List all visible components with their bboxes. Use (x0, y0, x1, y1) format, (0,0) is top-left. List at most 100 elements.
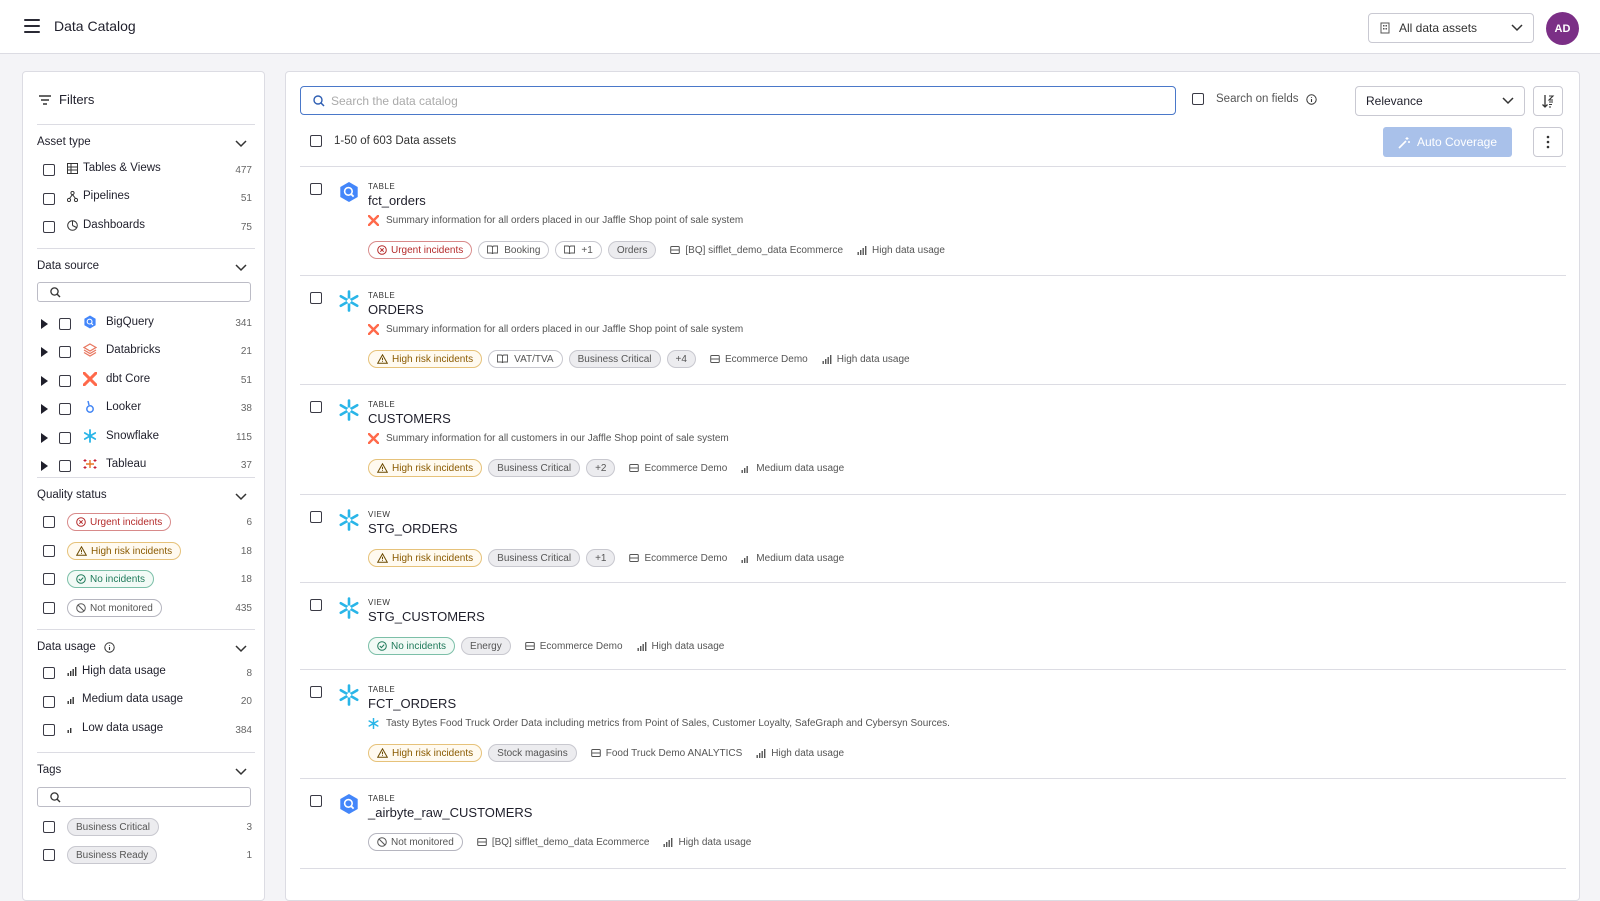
result-row[interactable]: VIEW STG_ORDERS High risk incidents Busines… (300, 495, 1566, 583)
data-usage-section-title[interactable]: Data usage (37, 641, 115, 653)
tag-badge[interactable]: Business Critical (488, 549, 581, 567)
checkbox-tables-views[interactable] (43, 164, 55, 176)
result-row[interactable]: TABLE CUSTOMERS Summary information for al… (300, 385, 1566, 495)
tags-section-title[interactable]: Tags (37, 764, 61, 776)
search-on-fields-toggle[interactable]: Search on fields (1192, 93, 1318, 105)
checkbox-tableau[interactable] (59, 460, 71, 472)
data-source-search-input[interactable] (37, 282, 251, 302)
result-checkbox[interactable] (310, 401, 322, 413)
status-badge[interactable]: High risk incidents (368, 459, 483, 477)
checkbox-dashboards[interactable] (43, 221, 55, 233)
checkbox-low-data-usage[interactable] (43, 724, 55, 736)
expand-databricks-icon[interactable] (41, 347, 48, 357)
asset-name-link[interactable]: STG_CUSTOMERS (368, 609, 485, 624)
tag-badge[interactable]: +1 (586, 549, 616, 567)
result-checkbox[interactable] (310, 183, 322, 195)
quality-status-section-title[interactable]: Quality status (37, 489, 107, 501)
expand-snowflake-icon[interactable] (41, 433, 48, 443)
expand-dbt-icon[interactable] (41, 376, 48, 386)
tag-badge[interactable]: +4 (666, 350, 696, 368)
search-on-fields-checkbox[interactable] (1192, 93, 1204, 105)
menu-icon[interactable] (24, 19, 40, 33)
snowflake-icon (338, 399, 360, 421)
expand-looker-icon[interactable] (41, 404, 48, 414)
result-row[interactable]: TABLE fct_orders Summary information for a… (300, 167, 1566, 276)
asset-name-link[interactable]: fct_orders (368, 193, 426, 208)
asset-type-section-title[interactable]: Asset type (37, 136, 91, 148)
result-checkbox[interactable] (310, 292, 322, 304)
checkbox-no-incidents[interactable] (43, 573, 55, 585)
asset-meta: No incidents Energy Ecommerce Demo High dat… (368, 637, 724, 655)
more-options-button[interactable] (1533, 127, 1563, 157)
checkbox-pipelines[interactable] (43, 193, 55, 205)
info-icon[interactable] (1306, 93, 1318, 105)
checkbox-medium-data-usage[interactable] (43, 696, 55, 708)
avatar[interactable]: AD (1546, 12, 1579, 45)
chevron-down-icon[interactable] (235, 264, 247, 272)
status-badge[interactable]: Not monitored (368, 833, 463, 851)
asset-name-link[interactable]: ORDERS (368, 302, 424, 317)
status-badge[interactable]: Urgent incidents (368, 241, 473, 259)
result-row[interactable]: TABLE FCT_ORDERS Tasty Bytes Food Truck Or… (300, 670, 1566, 779)
result-checkbox[interactable] (310, 795, 322, 807)
checkbox-databricks[interactable] (59, 346, 71, 358)
search-input[interactable] (331, 93, 1151, 108)
tag-badge[interactable]: Stock magasins (488, 744, 577, 762)
result-checkbox[interactable] (310, 511, 322, 523)
asset-name-link[interactable]: STG_ORDERS (368, 521, 458, 536)
checkbox-dbt-core[interactable] (59, 375, 71, 387)
glossary-term-badge[interactable]: +1 (555, 241, 602, 259)
checkbox-high-risk-incidents[interactable] (43, 545, 55, 557)
tag-badge[interactable]: Business Critical (488, 459, 581, 477)
auto-coverage-button[interactable]: Auto Coverage (1383, 127, 1512, 157)
sort-select[interactable]: Relevance (1355, 86, 1525, 116)
glossary-term-badge[interactable]: VAT/TVA (488, 350, 563, 368)
tag-badge[interactable]: Business Critical (568, 350, 661, 368)
tag-badge[interactable]: +2 (586, 459, 616, 477)
result-row[interactable]: TABLE ORDERS Summary information for all o… (300, 276, 1566, 385)
checkbox-bigquery[interactable] (59, 318, 71, 330)
status-badge[interactable]: High risk incidents (368, 549, 483, 567)
asset-type-select[interactable]: All data assets (1368, 13, 1534, 43)
expand-tableau-icon[interactable] (41, 461, 48, 471)
asset-name-link[interactable]: CUSTOMERS (368, 411, 451, 426)
expand-bigquery-icon[interactable] (41, 319, 48, 329)
checkbox-urgent-incidents[interactable] (43, 516, 55, 528)
result-row[interactable]: TABLE _airbyte_raw_CUSTOMERS Not monitored… (300, 779, 1566, 869)
tag-badge[interactable]: Orders (607, 241, 657, 259)
status-badge[interactable]: No incidents (368, 637, 456, 655)
tag-badge[interactable]: Energy (461, 637, 511, 655)
checkbox-looker[interactable] (59, 403, 71, 415)
checkbox-high-data-usage[interactable] (43, 667, 55, 679)
asset-name-link[interactable]: FCT_ORDERS (368, 696, 456, 711)
status-badge[interactable]: High risk incidents (368, 350, 483, 368)
chevron-down-icon[interactable] (235, 140, 247, 148)
chevron-down-icon[interactable] (235, 645, 247, 653)
checkbox-business-ready[interactable] (43, 849, 55, 861)
tags-search-input[interactable] (37, 787, 251, 807)
filter-no-incidents: No incidents (67, 570, 155, 588)
building-icon (1380, 22, 1390, 34)
result-row[interactable]: VIEW STG_CUSTOMERS No incidents Energy Ecomm… (300, 583, 1566, 670)
divider (37, 629, 255, 630)
checkbox-business-critical[interactable] (43, 821, 55, 833)
asset-name-link[interactable]: _airbyte_raw_CUSTOMERS (368, 805, 532, 820)
catalog-search-box[interactable] (300, 86, 1176, 115)
chevron-down-icon[interactable] (235, 493, 247, 501)
info-icon[interactable] (104, 641, 115, 653)
data-usage-indicator: Medium data usage (741, 463, 844, 474)
select-all-checkbox[interactable] (310, 135, 322, 147)
data-source-section-title[interactable]: Data source (37, 260, 99, 272)
usage-bars-icon (741, 556, 749, 563)
checkbox-not-monitored[interactable] (43, 602, 55, 614)
data-usage-indicator: High data usage (756, 748, 844, 759)
status-badge[interactable]: High risk incidents (368, 744, 483, 762)
glossary-term-badge[interactable]: Booking (478, 241, 550, 259)
bigquery-icon (338, 793, 360, 815)
checkbox-snowflake[interactable] (59, 432, 71, 444)
result-checkbox[interactable] (310, 686, 322, 698)
chevron-down-icon[interactable] (235, 768, 247, 776)
result-checkbox[interactable] (310, 599, 322, 611)
sort-direction-button[interactable] (1533, 86, 1563, 116)
filter-low-data-usage: Low data usage (67, 722, 163, 734)
